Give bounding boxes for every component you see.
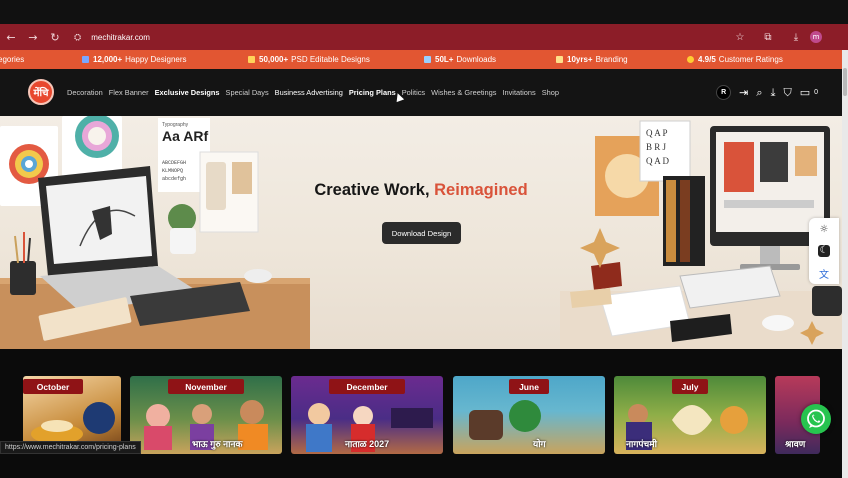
hero-title-main: Creative Work,	[314, 181, 435, 199]
sun-icon[interactable]: ☼	[818, 224, 830, 236]
svg-text:B R J: B R J	[646, 142, 667, 152]
logout-icon[interactable]: ⇥	[739, 86, 748, 99]
menu-item-business-advertising[interactable]: Business Advertising	[275, 88, 343, 97]
extensions-icon[interactable]: ⧉	[754, 32, 782, 43]
promo-text: PSD Editable Designs	[291, 55, 370, 64]
whatsapp-button[interactable]	[801, 404, 831, 434]
bookmark-star-icon[interactable]: ☆	[726, 32, 754, 43]
search-icon[interactable]: ⌕	[756, 86, 762, 100]
promo-text: Branding	[595, 55, 628, 64]
header-actions: R ⇥ ⌕ ⤓ ⛉ ▭ 0	[716, 69, 818, 116]
forward-icon[interactable]: →	[22, 31, 44, 44]
card-script: योग	[533, 439, 546, 449]
svg-text:KLMNOPQ: KLMNOPQ	[162, 168, 183, 174]
browser-menu-icon[interactable]: ⋮	[838, 32, 848, 43]
promo-text: Customer Ratings	[718, 55, 783, 64]
browser-window: ← → ↻ ⛭ mechitrakar.com ☆ ⧉ ⤓ m ⋮ egorie…	[0, 0, 848, 478]
toolbar-right: ☆ ⧉ ⤓ m ⋮	[726, 24, 848, 50]
cart-icon[interactable]: ▭	[800, 86, 810, 99]
site-header: मेंचि Decoration Flex Banner Exclusive D…	[0, 69, 848, 116]
download-icon[interactable]: ⤓	[771, 86, 776, 100]
cart-count: 0	[814, 89, 818, 96]
site-logo[interactable]: मेंचि	[28, 79, 54, 105]
promo-text: egories	[0, 55, 25, 64]
hero-title: Creative Work, Reimagined	[0, 181, 842, 200]
profile-avatar[interactable]: m	[810, 31, 822, 43]
festival-card-june[interactable]: June योग	[453, 376, 605, 454]
promo-value: 50,000+	[259, 55, 289, 64]
card-script: भाऊ गुरु नानक	[192, 439, 243, 449]
promo-value: 50L+	[435, 55, 454, 64]
svg-text:ABCDEFGH: ABCDEFGH	[162, 160, 186, 166]
plant	[168, 204, 196, 232]
hero-title-accent: Reimagined	[434, 181, 528, 199]
main-menu: Decoration Flex Banner Exclusive Designs…	[67, 69, 565, 116]
translate-icon[interactable]: 文	[818, 266, 830, 281]
user-avatar[interactable]: R	[716, 85, 732, 100]
menu-item-special-days[interactable]: Special Days	[226, 88, 269, 97]
menu-item-exclusive-designs[interactable]: Exclusive Designs	[155, 88, 220, 97]
typography-sample: Aa ARf	[162, 128, 208, 144]
promo-strip: egories 12,000+ Happy Designers 50,000+ …	[0, 50, 848, 69]
star-badge-icon	[556, 56, 563, 63]
moon-icon[interactable]: ☾	[818, 245, 830, 257]
back-icon[interactable]: ←	[0, 31, 22, 44]
festival-card-july[interactable]: July नागपंचमी	[614, 376, 766, 454]
accessibility-widget: ☼ ☾ 文	[809, 218, 839, 284]
promo-item: 10yrs+ Branding	[556, 50, 628, 69]
tab-strip	[0, 0, 848, 24]
svg-text:Q A D: Q A D	[646, 156, 670, 166]
menu-item-wishes-greetings[interactable]: Wishes & Greetings	[431, 88, 496, 97]
promo-text: Happy Designers	[125, 55, 187, 64]
menu-item-decoration[interactable]: Decoration	[67, 88, 103, 97]
card-script: नाताळ 2027	[345, 439, 390, 449]
card-script: श्रावण	[785, 439, 806, 449]
menu-item-pricing-plans[interactable]: Pricing Plans	[349, 88, 396, 97]
menu-item-politics[interactable]: Politics	[402, 88, 425, 97]
address-bar: ← → ↻ ⛭ mechitrakar.com ☆ ⧉ ⤓ m ⋮	[0, 24, 848, 50]
menu-item-shop[interactable]: Shop	[542, 88, 559, 97]
download-stat-icon	[424, 56, 431, 63]
svg-text:Q A P: Q A P	[646, 128, 668, 138]
festival-card-december[interactable]: December नाताळ 2027	[291, 376, 443, 454]
promo-value: 12,000+	[93, 55, 123, 64]
users-icon	[82, 56, 89, 63]
hero-banner: Typography Aa ARf ABCDEFGH KLMNOPQ abcde…	[0, 116, 842, 349]
promo-item: 50L+ Downloads	[424, 50, 496, 69]
rating-star-icon	[687, 56, 694, 63]
promo-item: 4.9/5 Customer Ratings	[687, 50, 783, 69]
shopping-bag-icon[interactable]: ⛉	[783, 86, 791, 100]
download-icon[interactable]: ⤓	[782, 32, 810, 43]
file-icon	[248, 56, 255, 63]
promo-item: 12,000+ Happy Designers	[82, 50, 187, 69]
festival-card-november[interactable]: November भाऊ गुरु नानक	[130, 376, 282, 454]
site-info-icon[interactable]: ⛭	[74, 32, 81, 43]
promo-item: 50,000+ PSD Editable Designs	[248, 50, 370, 69]
promo-text: Downloads	[456, 55, 497, 64]
card-script: नागपंचमी	[626, 439, 657, 449]
status-bar-url: https://www.mechitrakar.com/pricing-plan…	[0, 441, 141, 454]
page-scrollbar[interactable]	[842, 50, 848, 478]
profile-slot: m	[810, 31, 838, 43]
card-art	[469, 400, 575, 440]
url-input[interactable]: mechitrakar.com	[91, 33, 150, 42]
promo-value: 4.9/5	[698, 55, 716, 64]
whatsapp-icon	[807, 409, 825, 428]
promo-item: egories	[0, 50, 24, 69]
promo-value: 10yrs+	[567, 55, 593, 64]
reload-icon[interactable]: ↻	[44, 31, 66, 44]
menu-item-invitations[interactable]: Invitations	[502, 88, 535, 97]
scrollbar-thumb[interactable]	[843, 68, 847, 96]
download-design-button[interactable]: Download Design	[382, 222, 461, 244]
menu-item-flex-banner[interactable]: Flex Banner	[109, 88, 149, 97]
